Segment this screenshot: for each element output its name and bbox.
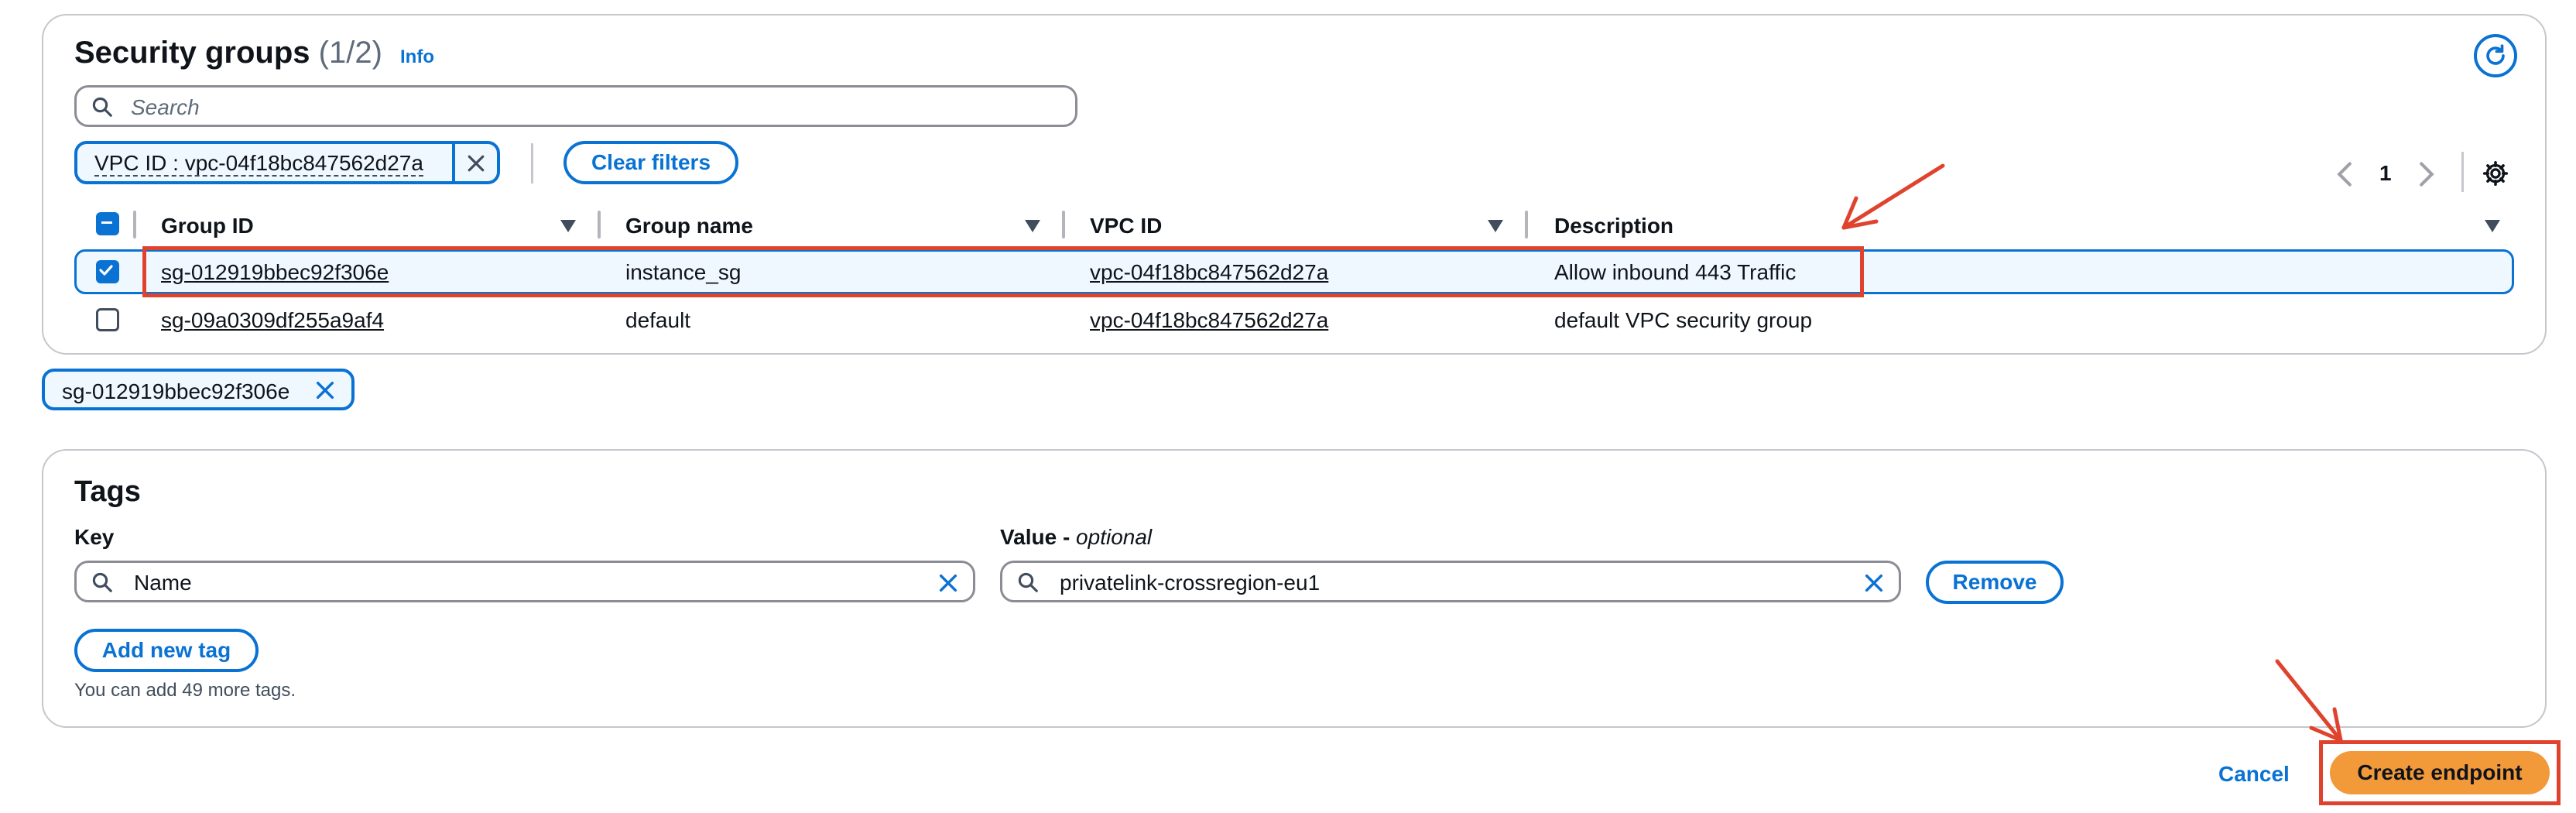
vpc-id-link[interactable]: vpc-04f18bc847562d27a bbox=[1090, 308, 1328, 333]
tag-key-input[interactable]: Name bbox=[74, 561, 975, 602]
gear-icon[interactable] bbox=[2482, 160, 2509, 187]
search-icon bbox=[1018, 572, 1038, 592]
filter-token-label: VPC ID : vpc-04f18bc847562d27a bbox=[94, 151, 423, 177]
column-separator bbox=[1525, 211, 1528, 238]
close-icon[interactable] bbox=[464, 152, 488, 175]
sort-icon[interactable] bbox=[560, 220, 576, 232]
refresh-icon bbox=[2486, 44, 2505, 65]
tag-key-value: Name bbox=[134, 571, 192, 595]
tag-value-input[interactable]: privatelink-crossregion-eu1 bbox=[1000, 561, 1901, 602]
filter-remove-button[interactable] bbox=[452, 144, 455, 181]
column-header-group-name[interactable]: Group name bbox=[625, 214, 753, 238]
description: default VPC security group bbox=[1554, 308, 1813, 332]
group-name: default bbox=[625, 308, 691, 332]
value-label: Value - optional bbox=[1000, 525, 1152, 550]
create-endpoint-button[interactable]: Create endpoint bbox=[2330, 751, 2550, 794]
annotation-highlight-box bbox=[142, 246, 1864, 297]
column-header-group-id[interactable]: Group ID bbox=[161, 214, 254, 238]
optional-label: optional bbox=[1076, 525, 1153, 549]
column-separator bbox=[1062, 211, 1065, 238]
info-link[interactable]: Info bbox=[400, 46, 434, 67]
annotation-arrow bbox=[1841, 163, 1945, 230]
page-number[interactable]: 1 bbox=[2379, 161, 2392, 186]
sort-icon[interactable] bbox=[1488, 220, 1503, 232]
tags-hint: You can add 49 more tags. bbox=[74, 680, 296, 701]
section-title: Tags bbox=[74, 475, 141, 508]
selection-count: (1/2) bbox=[318, 36, 382, 70]
panel-heading: Security groups (1/2) Info bbox=[74, 36, 434, 70]
chevron-right-icon[interactable] bbox=[2417, 161, 2437, 187]
selected-token-label: sg-012919bbec92f306e bbox=[62, 379, 290, 403]
tags-panel: Tags Key Value - optional Name privateli… bbox=[42, 449, 2547, 728]
close-icon[interactable] bbox=[313, 378, 337, 403]
select-all-checkbox[interactable] bbox=[96, 212, 119, 235]
group-id-link[interactable]: sg-09a0309df255a9af4 bbox=[161, 308, 384, 333]
search-icon bbox=[92, 572, 112, 592]
sort-icon[interactable] bbox=[2485, 220, 2500, 232]
add-new-tag-button[interactable]: Add new tag bbox=[74, 629, 259, 672]
remove-tag-button[interactable]: Remove bbox=[1926, 561, 2064, 604]
column-header-vpc-id[interactable]: VPC ID bbox=[1090, 214, 1162, 238]
page-title: Security groups bbox=[74, 36, 310, 70]
cancel-button[interactable]: Cancel bbox=[2218, 762, 2290, 787]
selected-token[interactable]: sg-012919bbec92f306e bbox=[42, 369, 355, 410]
chevron-left-icon[interactable] bbox=[2334, 161, 2355, 187]
divider bbox=[531, 143, 533, 184]
column-separator bbox=[133, 211, 136, 238]
security-groups-panel: Security groups (1/2) Info Search VPC ID… bbox=[42, 14, 2547, 355]
search-icon bbox=[92, 97, 112, 117]
column-header-description[interactable]: Description bbox=[1554, 214, 1673, 238]
column-separator bbox=[598, 211, 601, 238]
clear-icon[interactable] bbox=[936, 571, 961, 595]
search-input[interactable]: Search bbox=[74, 85, 1077, 127]
filter-token[interactable]: VPC ID : vpc-04f18bc847562d27a bbox=[74, 141, 500, 184]
search-placeholder: Search bbox=[131, 95, 200, 119]
sort-icon[interactable] bbox=[1025, 220, 1040, 232]
check-icon bbox=[99, 265, 113, 276]
refresh-button[interactable] bbox=[2474, 34, 2517, 77]
value-label-text: Value - bbox=[1000, 525, 1077, 549]
row-checkbox[interactable] bbox=[96, 308, 119, 331]
key-label: Key bbox=[74, 525, 115, 549]
tag-value-value: privatelink-crossregion-eu1 bbox=[1060, 571, 1321, 595]
divider bbox=[2461, 152, 2464, 192]
annotation-arrow bbox=[2275, 659, 2343, 743]
clear-icon[interactable] bbox=[1862, 571, 1886, 595]
clear-filters-button[interactable]: Clear filters bbox=[564, 141, 738, 184]
row-checkbox[interactable] bbox=[96, 260, 119, 283]
